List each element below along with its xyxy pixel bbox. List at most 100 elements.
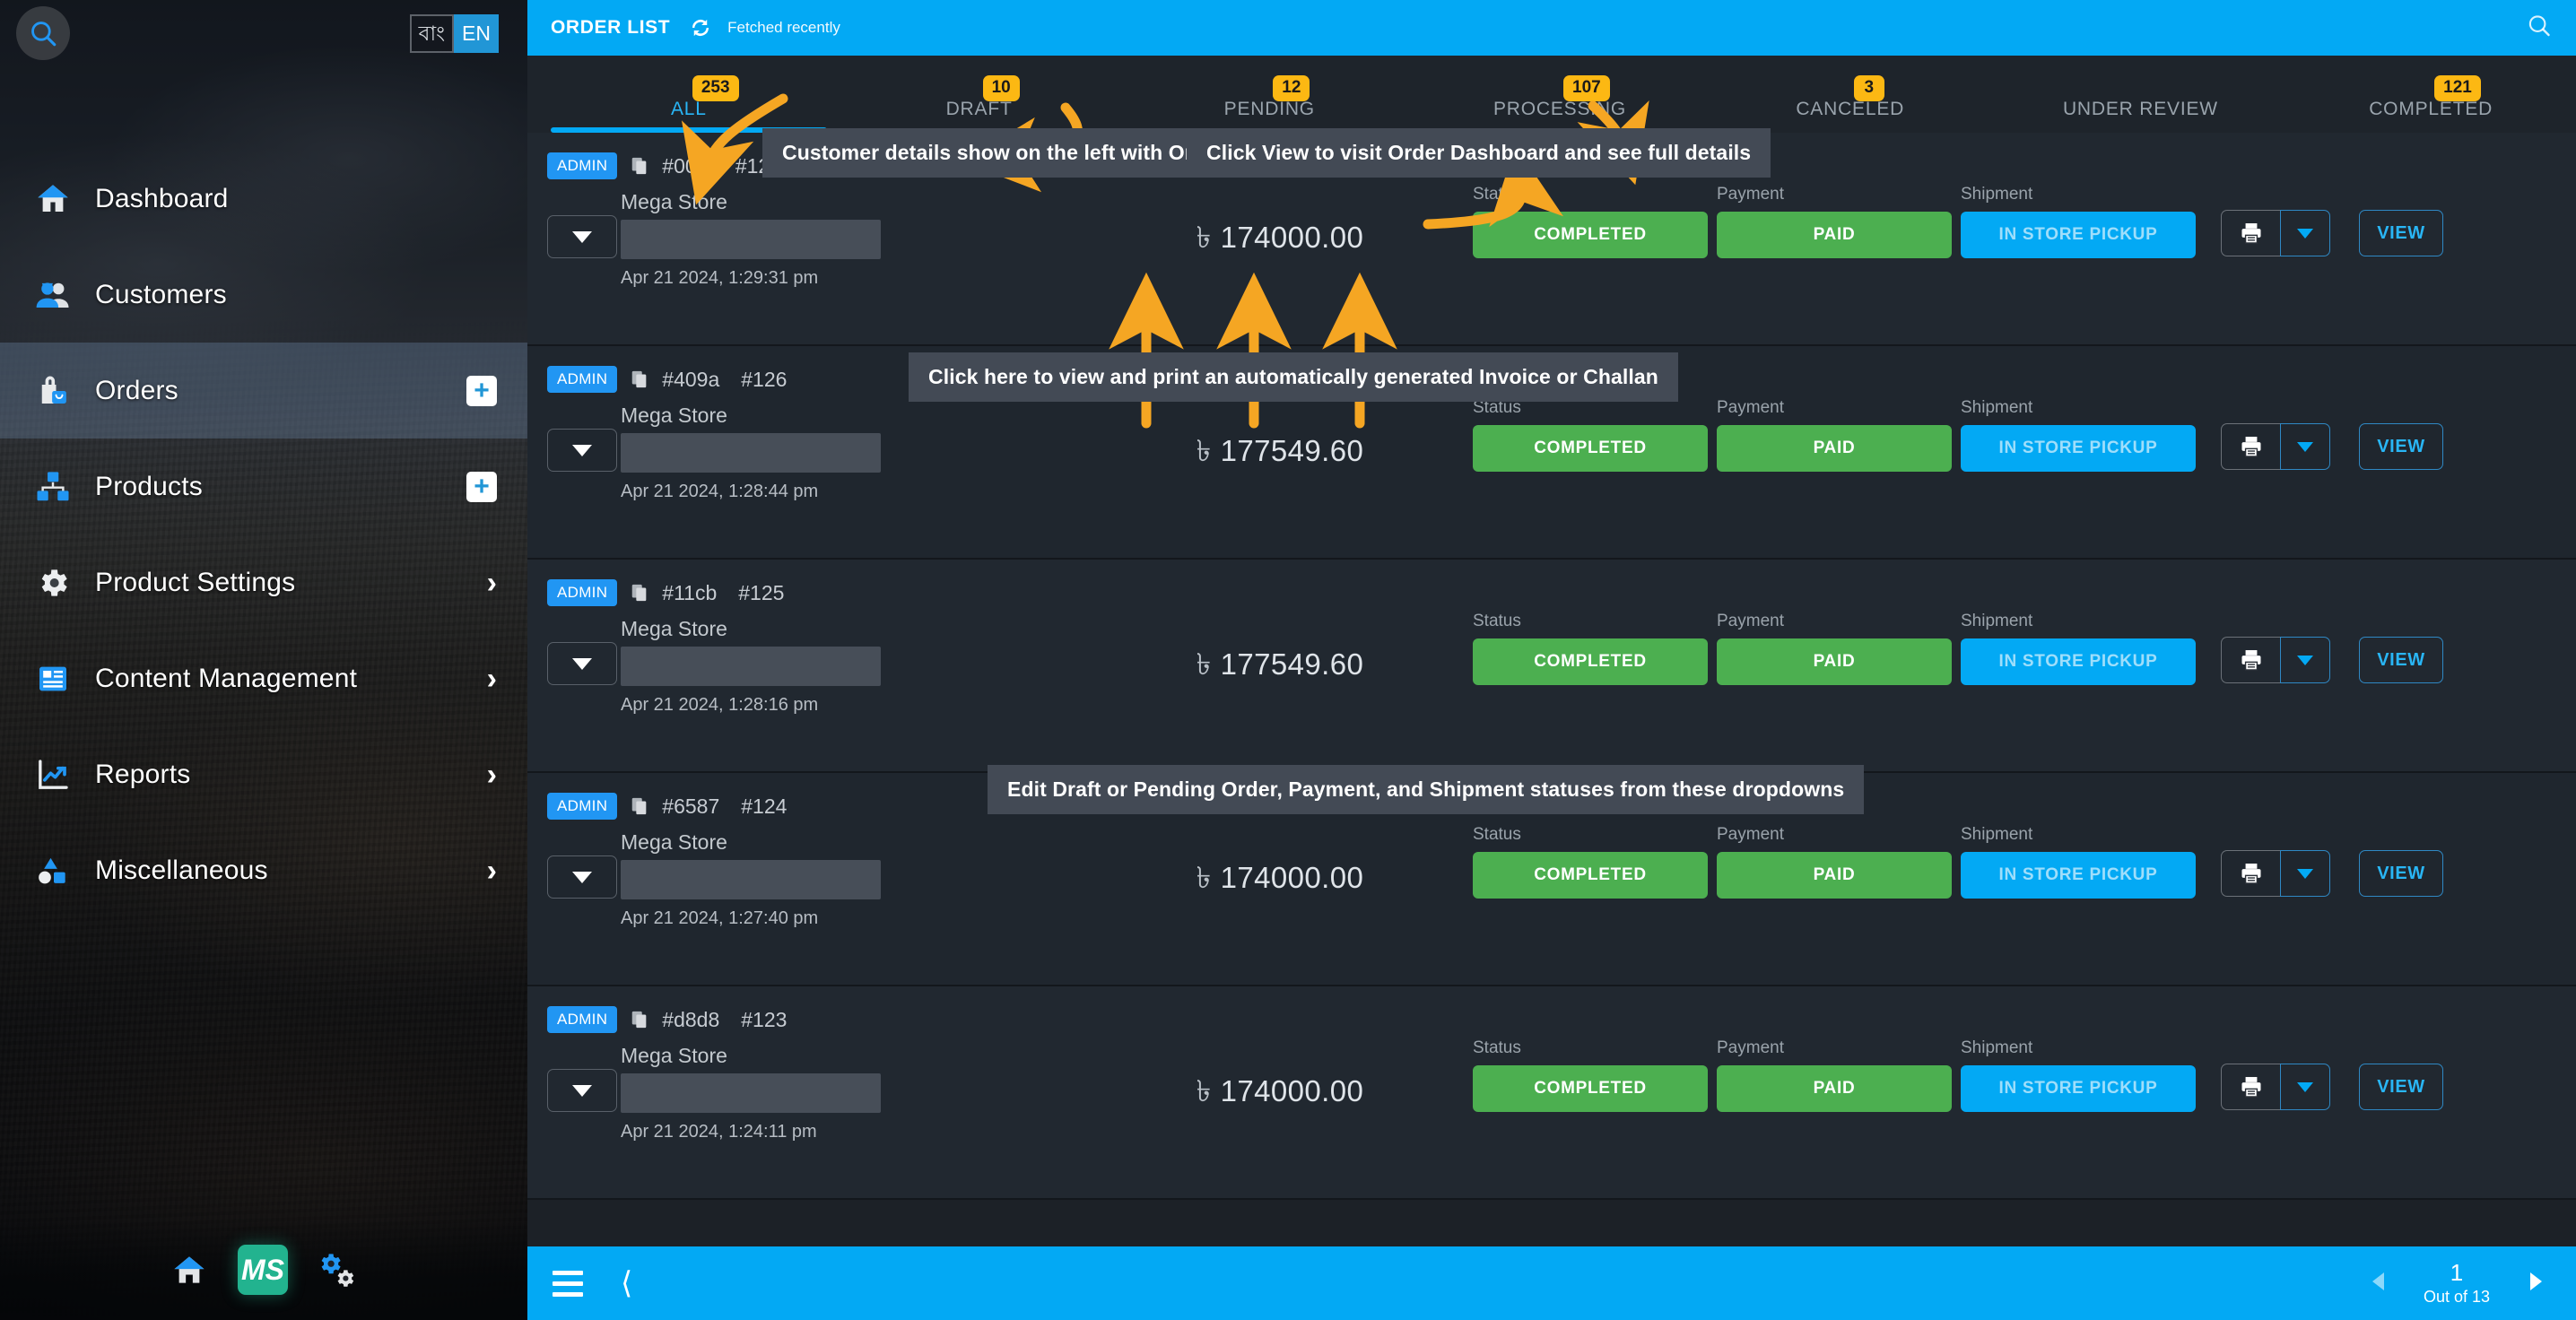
- print-options-dropdown[interactable]: [2280, 423, 2330, 470]
- shipment-badge[interactable]: IN STORE PICKUP: [1961, 638, 2196, 685]
- view-button[interactable]: VIEW: [2359, 210, 2443, 256]
- order-number: #123: [741, 1007, 788, 1031]
- payment-badge[interactable]: PAID: [1717, 1065, 1952, 1112]
- table-row[interactable]: ADMIN #409a #126 Mega Store Apr 21 2024,…: [527, 346, 2576, 560]
- prev-page-button[interactable]: [2368, 1270, 2388, 1298]
- tab-draft[interactable]: 10 DRAFT: [834, 56, 1125, 133]
- payment-badge[interactable]: PAID: [1717, 212, 1952, 258]
- payment-badge[interactable]: PAID: [1717, 852, 1952, 899]
- sidebar-item-products[interactable]: Products +: [0, 439, 527, 534]
- print-options-dropdown[interactable]: [2280, 850, 2330, 897]
- next-page-button[interactable]: [2526, 1270, 2546, 1298]
- sidebar-item-content-management-chevron[interactable]: ›: [487, 664, 497, 694]
- print-button-group: [2221, 423, 2330, 470]
- table-row[interactable]: ADMIN #007f #127 Mega Store Apr 21 2024,…: [527, 133, 2576, 346]
- language-option-english[interactable]: EN: [454, 14, 499, 53]
- sidebar-item-reports[interactable]: Reports ›: [0, 726, 527, 822]
- sidebar-item-content-management[interactable]: Content Management ›: [0, 630, 527, 726]
- print-options-dropdown[interactable]: [2280, 210, 2330, 256]
- sidebar-item-product-settings[interactable]: Product Settings ›: [0, 534, 527, 630]
- language-toggle[interactable]: বাং EN: [409, 14, 499, 53]
- sidebar-item-customers[interactable]: Customers: [0, 247, 527, 343]
- shipment-badge[interactable]: IN STORE PICKUP: [1961, 425, 2196, 472]
- sidebar-item-miscellaneous[interactable]: Miscellaneous ›: [0, 822, 527, 918]
- payment-badge[interactable]: PAID: [1717, 638, 1952, 685]
- table-row[interactable]: ADMIN #11cb #125 Mega Store Apr 21 2024,…: [527, 560, 2576, 773]
- tab-under-review[interactable]: UNDER REVIEW: [1996, 56, 2286, 133]
- tab-canceled[interactable]: 3 CANCELED: [1705, 56, 1996, 133]
- customer-detail-placeholder: [621, 1073, 881, 1113]
- current-page: 1: [2450, 1259, 2464, 1287]
- print-button[interactable]: [2221, 210, 2280, 256]
- shipment-badge[interactable]: IN STORE PICKUP: [1961, 1065, 2196, 1112]
- order-expand-dropdown[interactable]: [547, 642, 617, 685]
- order-expand-dropdown[interactable]: [547, 1069, 617, 1112]
- search-icon: [2528, 15, 2550, 37]
- order-expand-dropdown[interactable]: [547, 429, 617, 472]
- printer-icon: [2241, 650, 2260, 671]
- status-badge[interactable]: COMPLETED: [1473, 638, 1708, 685]
- print-options-dropdown[interactable]: [2280, 637, 2330, 683]
- order-customer-cell: ADMIN #409a #126 Mega Store Apr 21 2024,…: [527, 346, 1119, 502]
- tab-count-badge: 121: [2434, 75, 2481, 101]
- footer-settings-button[interactable]: [317, 1249, 358, 1290]
- copy-icon[interactable]: [630, 369, 649, 389]
- table-row[interactable]: ADMIN #6587 #124 Mega Store Apr 21 2024,…: [527, 773, 2576, 986]
- status-label: Status: [1473, 398, 1521, 417]
- hamburger-menu-icon[interactable]: [553, 1270, 583, 1297]
- copy-icon[interactable]: [630, 1010, 649, 1029]
- payment-badge[interactable]: PAID: [1717, 425, 1952, 472]
- sidebar-search-button[interactable]: [16, 6, 70, 60]
- shipment-label: Shipment: [1961, 612, 2033, 630]
- brand-logo[interactable]: MS: [238, 1245, 288, 1295]
- add-product-button[interactable]: +: [466, 471, 497, 502]
- status-badge[interactable]: COMPLETED: [1473, 212, 1708, 258]
- tab-processing[interactable]: 107 PROCESSING: [1414, 56, 1705, 133]
- sync-refresh-button[interactable]: [688, 15, 713, 40]
- table-row[interactable]: ADMIN #d8d8 #123 Mega Store Apr 21 2024,…: [527, 986, 2576, 1200]
- sidebar-item-dashboard[interactable]: Dashboard: [0, 151, 527, 247]
- print-button[interactable]: [2221, 850, 2280, 897]
- global-search-button[interactable]: [2526, 13, 2553, 44]
- shipment-group: Shipment IN STORE PICKUP: [1961, 185, 2196, 258]
- view-button[interactable]: VIEW: [2359, 637, 2443, 683]
- tab-all[interactable]: 253 ALL: [544, 56, 834, 133]
- customer-name: Mega Store: [621, 617, 727, 640]
- copy-icon[interactable]: [630, 796, 649, 816]
- print-button[interactable]: [2221, 1064, 2280, 1110]
- sidebar-item-product-settings-chevron[interactable]: ›: [487, 568, 497, 598]
- chevron-left-icon[interactable]: ⟨: [621, 1268, 632, 1298]
- payment-group: Payment PAID: [1717, 825, 1952, 899]
- sidebar-item-reports-chevron[interactable]: ›: [487, 760, 497, 790]
- shipment-badge[interactable]: IN STORE PICKUP: [1961, 212, 2196, 258]
- add-order-button[interactable]: +: [466, 375, 497, 406]
- print-button[interactable]: [2221, 637, 2280, 683]
- status-badge[interactable]: COMPLETED: [1473, 425, 1708, 472]
- status-badge[interactable]: COMPLETED: [1473, 1065, 1708, 1112]
- print-options-dropdown[interactable]: [2280, 1064, 2330, 1110]
- shapes-icon: [32, 850, 74, 891]
- copy-icon[interactable]: [630, 156, 649, 176]
- status-label: Status: [1473, 185, 1521, 204]
- view-button[interactable]: VIEW: [2359, 1064, 2443, 1110]
- sidebar-item-orders[interactable]: Orders +: [0, 343, 527, 439]
- view-button[interactable]: VIEW: [2359, 850, 2443, 897]
- order-expand-dropdown[interactable]: [547, 855, 617, 899]
- footer-home-button[interactable]: [170, 1250, 209, 1290]
- order-actions-cell: Status COMPLETED Payment PAID Shipment I…: [1473, 773, 2576, 899]
- language-option-bangla[interactable]: বাং: [409, 14, 455, 53]
- tab-pending[interactable]: 12 PENDING: [1124, 56, 1414, 133]
- top-bar: ORDER LIST Fetched recently: [527, 0, 2576, 56]
- status-badge[interactable]: COMPLETED: [1473, 852, 1708, 899]
- print-button[interactable]: [2221, 423, 2280, 470]
- chevron-down-icon: [2297, 441, 2313, 452]
- tab-completed[interactable]: 121 COMPLETED: [2285, 56, 2576, 133]
- shipment-badge[interactable]: IN STORE PICKUP: [1961, 852, 2196, 899]
- tab-label: PENDING: [1223, 99, 1315, 119]
- role-badge: ADMIN: [547, 579, 618, 606]
- customers-icon: [32, 274, 74, 316]
- order-expand-dropdown[interactable]: [547, 215, 617, 258]
- view-button[interactable]: VIEW: [2359, 423, 2443, 470]
- copy-icon[interactable]: [630, 583, 649, 603]
- sidebar-item-miscellaneous-chevron[interactable]: ›: [487, 855, 497, 886]
